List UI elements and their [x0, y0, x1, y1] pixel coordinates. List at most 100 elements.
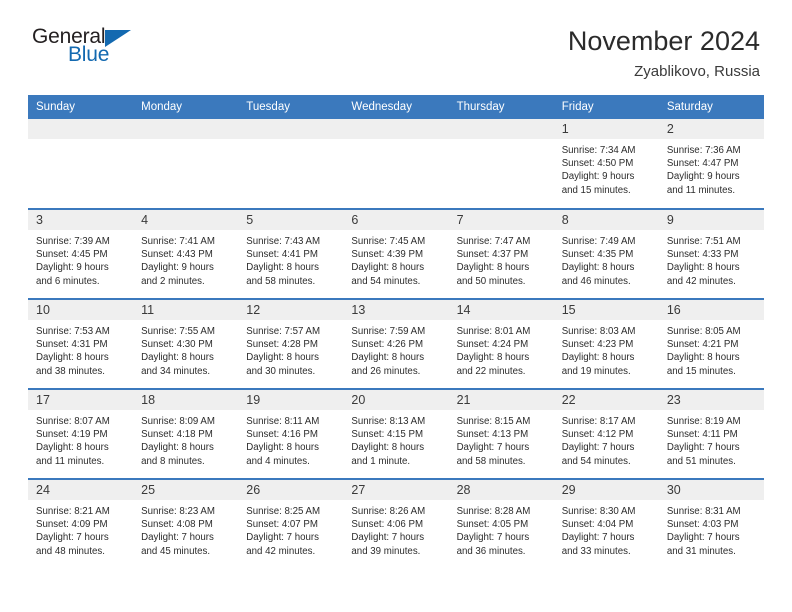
weekday-header-sunday: Sunday: [28, 95, 134, 119]
daylight-line: and 36 minutes.: [456, 545, 526, 557]
daylight-line: and 11 minutes.: [36, 455, 105, 467]
daylight-line: Daylight: 8 hours: [456, 262, 530, 274]
day-number: 28: [448, 480, 554, 500]
calendar-day-cell[interactable]: 25 Sunrise: 8:23 AM Sunset: 4:08 PM Dayligh…: [133, 478, 239, 569]
daylight-line: and 26 minutes.: [351, 365, 421, 377]
sunrise-line: Sunrise: 8:07 AM: [36, 416, 110, 427]
calendar-day-cell[interactable]: 3 Sunrise: 7:39 AM Sunset: 4:45 PM Daylight…: [28, 208, 134, 299]
sunrise-line: Sunrise: 7:55 AM: [141, 326, 215, 337]
calendar-day-cell[interactable]: 10 Sunrise: 7:53 AM Sunset: 4:31 PM Dayligh…: [28, 298, 134, 389]
calendar-day-cell[interactable]: 24 Sunrise: 8:21 AM Sunset: 4:09 PM Dayligh…: [28, 478, 134, 569]
sunset-line: Sunset: 4:47 PM: [666, 158, 739, 170]
daylight-line: Daylight: 8 hours: [36, 352, 109, 364]
sunset-line: Sunset: 4:21 PM: [666, 339, 739, 351]
sunrise-line: Sunrise: 7:39 AM: [36, 236, 110, 247]
calendar-day-cell[interactable]: 28 Sunrise: 8:28 AM Sunset: 4:05 PM Dayligh…: [448, 478, 554, 569]
calendar-grid: Sunday Monday Tuesday Wednesday Thursday Frid…: [28, 95, 764, 569]
daylight-line: Daylight: 9 hours: [666, 171, 740, 183]
sunset-line: Sunset: 4:31 PM: [36, 339, 108, 351]
day-number: 12: [238, 300, 344, 320]
daylight-line: and 15 minutes.: [561, 184, 631, 196]
day-number: [343, 119, 449, 139]
weekday-header-wednesday: Wednesday: [343, 95, 449, 119]
logo-triangle-icon: [105, 30, 132, 47]
calendar-day-cell[interactable]: 11 Sunrise: 7:55 AM Sunset: 4:30 PM Dayligh…: [133, 298, 239, 389]
calendar-day-cell[interactable]: 30 Sunrise: 8:31 AM Sunset: 4:03 PM Dayligh…: [658, 478, 764, 569]
calendar-day-cell[interactable]: 19 Sunrise: 8:11 AM Sunset: 4:16 PM Dayligh…: [238, 388, 344, 479]
daylight-line: and 15 minutes.: [666, 365, 736, 377]
daylight-line: and 8 minutes.: [141, 455, 205, 467]
day-sun-info: Sunrise: 8:19 AM Sunset: 4:11 PM Daylight:…: [659, 410, 764, 468]
day-number: 2: [658, 119, 764, 139]
calendar-day-cell[interactable]: 15 Sunrise: 8:03 AM Sunset: 4:23 PM Dayligh…: [553, 298, 659, 389]
general-blue-logo[interactable]: General Blue: [28, 26, 132, 65]
calendar-day-cell[interactable]: 26 Sunrise: 8:25 AM Sunset: 4:07 PM Dayligh…: [238, 478, 344, 569]
daylight-line: and 1 minute.: [351, 455, 411, 467]
sunset-line: Sunset: 4:33 PM: [666, 249, 739, 261]
sunrise-line: Sunrise: 7:49 AM: [561, 236, 636, 247]
calendar-week-row: 10 Sunrise: 7:53 AM Sunset: 4:31 PM Dayligh…: [28, 298, 764, 389]
day-sun-info: Sunrise: 7:36 AM Sunset: 4:47 PM Daylight:…: [659, 139, 764, 197]
calendar-day-cell[interactable]: 16 Sunrise: 8:05 AM Sunset: 4:21 PM Dayligh…: [658, 298, 764, 389]
sunrise-line: Sunrise: 8:28 AM: [456, 506, 531, 517]
day-number: 29: [553, 480, 659, 500]
day-sun-info: Sunrise: 8:11 AM Sunset: 4:16 PM Daylight:…: [238, 410, 343, 468]
calendar-week-row: 24 Sunrise: 8:21 AM Sunset: 4:09 PM Dayligh…: [28, 478, 764, 569]
sunset-line: Sunset: 4:19 PM: [36, 429, 108, 441]
calendar-day-cell[interactable]: 27 Sunrise: 8:26 AM Sunset: 4:06 PM Dayligh…: [343, 478, 449, 569]
sunrise-line: Sunrise: 7:36 AM: [666, 145, 741, 156]
calendar-day-cell[interactable]: 5 Sunrise: 7:43 AM Sunset: 4:41 PM Daylight…: [238, 208, 344, 299]
daylight-line: and 54 minutes.: [351, 275, 421, 287]
sunset-line: Sunset: 4:43 PM: [141, 249, 213, 261]
sunset-line: Sunset: 4:45 PM: [36, 249, 108, 261]
calendar-day-cell[interactable]: 6 Sunrise: 7:45 AM Sunset: 4:39 PM Daylight…: [343, 208, 449, 299]
calendar-day-cell[interactable]: 21 Sunrise: 8:15 AM Sunset: 4:13 PM Dayligh…: [448, 388, 554, 479]
sunset-line: Sunset: 4:18 PM: [141, 429, 213, 441]
calendar-day-cell[interactable]: 29 Sunrise: 8:30 AM Sunset: 4:04 PM Dayligh…: [553, 478, 659, 569]
weekday-header-tuesday: Tuesday: [238, 95, 344, 119]
calendar-day-cell[interactable]: 12 Sunrise: 7:57 AM Sunset: 4:28 PM Dayligh…: [238, 298, 344, 389]
calendar-day-cell[interactable]: 7 Sunrise: 7:47 AM Sunset: 4:37 PM Daylight…: [448, 208, 554, 299]
sunrise-line: Sunrise: 7:43 AM: [246, 236, 321, 247]
sunset-line: Sunset: 4:26 PM: [351, 339, 424, 351]
calendar-head: Sunday Monday Tuesday Wednesday Thursday Frid…: [28, 95, 764, 119]
calendar-day-cell[interactable]: 8 Sunrise: 7:49 AM Sunset: 4:35 PM Daylight…: [553, 208, 659, 299]
sunrise-line: Sunrise: 7:53 AM: [36, 326, 110, 337]
calendar-day-cell[interactable]: 1 Sunrise: 7:34 AM Sunset: 4:50 PM Daylight…: [553, 119, 659, 209]
sunset-line: Sunset: 4:41 PM: [246, 249, 318, 261]
daylight-line: and 50 minutes.: [456, 275, 526, 287]
daylight-line: and 34 minutes.: [141, 365, 211, 377]
daylight-line: Daylight: 9 hours: [561, 171, 635, 183]
calendar-day-cell[interactable]: 9 Sunrise: 7:51 AM Sunset: 4:33 PM Daylight…: [658, 208, 764, 299]
calendar-day-cell[interactable]: 13 Sunrise: 7:59 AM Sunset: 4:26 PM Dayligh…: [343, 298, 449, 389]
weekday-header-saturday: Saturday: [658, 95, 764, 119]
calendar-day-cell[interactable]: 4 Sunrise: 7:41 AM Sunset: 4:43 PM Daylight…: [133, 208, 239, 299]
day-sun-info: Sunrise: 7:41 AM Sunset: 4:43 PM Daylight:…: [133, 230, 238, 288]
sunrise-line: Sunrise: 8:23 AM: [141, 506, 215, 517]
calendar-day-cell[interactable]: 23 Sunrise: 8:19 AM Sunset: 4:11 PM Dayligh…: [658, 388, 764, 479]
calendar-day-cell[interactable]: 2 Sunrise: 7:36 AM Sunset: 4:47 PM Daylight…: [658, 119, 764, 209]
calendar-day-cell[interactable]: 14 Sunrise: 8:01 AM Sunset: 4:24 PM Dayligh…: [448, 298, 554, 389]
calendar-day-cell[interactable]: 17 Sunrise: 8:07 AM Sunset: 4:19 PM Dayligh…: [28, 388, 134, 479]
day-number: 22: [553, 390, 659, 410]
day-sun-info: Sunrise: 8:25 AM Sunset: 4:07 PM Daylight:…: [238, 500, 343, 558]
day-sun-info: Sunrise: 7:49 AM Sunset: 4:35 PM Daylight:…: [554, 230, 659, 288]
sunset-line: Sunset: 4:03 PM: [666, 519, 739, 531]
calendar-day-cell[interactable]: 22 Sunrise: 8:17 AM Sunset: 4:12 PM Dayligh…: [553, 388, 659, 479]
daylight-line: and 30 minutes.: [246, 365, 316, 377]
day-sun-info: Sunrise: 8:23 AM Sunset: 4:08 PM Daylight:…: [133, 500, 238, 558]
daylight-line: and 19 minutes.: [561, 365, 631, 377]
sunset-line: Sunset: 4:08 PM: [141, 519, 213, 531]
day-sun-info: Sunrise: 7:59 AM Sunset: 4:26 PM Daylight:…: [343, 320, 448, 378]
sunset-line: Sunset: 4:09 PM: [36, 519, 108, 531]
sunrise-line: Sunrise: 8:01 AM: [456, 326, 531, 337]
sunrise-line: Sunrise: 7:51 AM: [666, 236, 741, 247]
title-block: November 2024 Zyablikovo, Russia: [568, 26, 764, 80]
calendar-day-cell[interactable]: 20 Sunrise: 8:13 AM Sunset: 4:15 PM Dayligh…: [343, 388, 449, 479]
calendar-day-cell[interactable]: 18 Sunrise: 8:09 AM Sunset: 4:18 PM Dayligh…: [133, 388, 239, 479]
day-number: 16: [658, 300, 764, 320]
sunset-line: Sunset: 4:05 PM: [456, 519, 529, 531]
sunset-line: Sunset: 4:28 PM: [246, 339, 318, 351]
daylight-line: and 31 minutes.: [666, 545, 736, 557]
sunset-line: Sunset: 4:24 PM: [456, 339, 529, 351]
